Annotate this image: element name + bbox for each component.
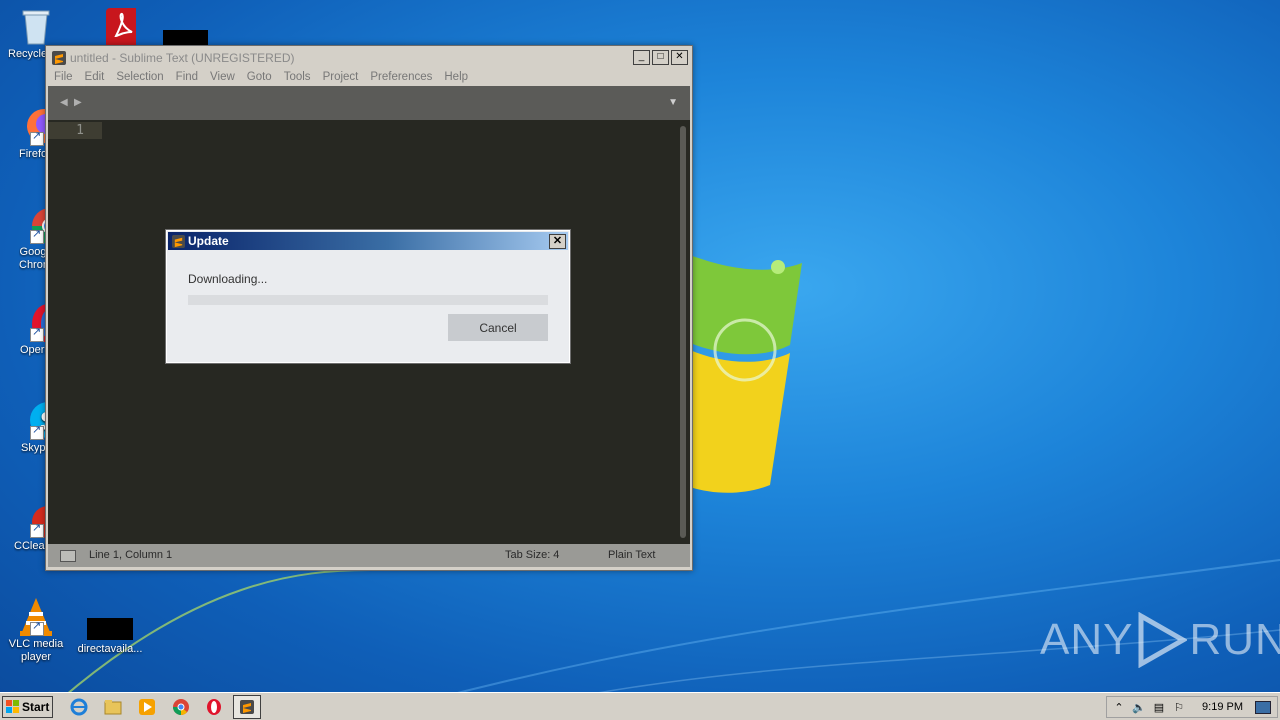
shortcut-arrow-icon: [30, 228, 44, 244]
desktop-icon-label: Opera: [20, 344, 46, 356]
play-icon: [1138, 612, 1188, 668]
menu-edit[interactable]: Edit: [79, 71, 111, 83]
sublime-app-icon: [52, 51, 66, 65]
sublime-app-icon: [240, 700, 254, 714]
menu-selection[interactable]: Selection: [110, 71, 169, 83]
desktop-icon-label: CCleaner: [14, 540, 46, 552]
internet-explorer-taskbar-icon[interactable]: [69, 697, 89, 717]
menu-bar: File Edit Selection Find View Goto Tools…: [48, 68, 690, 86]
shortcut-arrow-icon: [30, 326, 44, 342]
clock[interactable]: 9:19 PM: [1202, 701, 1243, 713]
recycle-bin-icon: [16, 6, 56, 46]
status-bar: Line 1, Column 1 Tab Size: 4 Plain Text: [48, 544, 690, 567]
dialog-message: Downloading...: [188, 272, 268, 286]
chrome-taskbar-icon[interactable]: [171, 697, 191, 717]
volume-icon[interactable]: 🔈: [1131, 701, 1147, 714]
opera-taskbar-icon[interactable]: [204, 697, 224, 717]
watermark-left-text: ANY: [1040, 615, 1134, 664]
menu-help[interactable]: Help: [438, 71, 474, 83]
desktop-icon-label: VLC media player: [8, 638, 64, 663]
desktop-icon-directavailable[interactable]: directavaila...: [74, 596, 146, 656]
dialog-close-button[interactable]: ✕: [549, 234, 566, 249]
start-label: Start: [22, 700, 50, 714]
shortcut-arrow-icon: [30, 522, 44, 538]
action-center-flag-icon[interactable]: ⚐: [1171, 701, 1187, 714]
network-icon[interactable]: ▤: [1151, 701, 1167, 714]
acrobat-icon: [92, 6, 150, 48]
line-number: 1: [48, 122, 102, 139]
vlc-cone-icon: [16, 596, 56, 636]
minimize-button[interactable]: _: [633, 50, 650, 65]
desktop-icon-label: directavaila...: [77, 643, 143, 655]
shortcut-arrow-icon: [30, 130, 44, 146]
window-title: untitled - Sublime Text (UNREGISTERED): [70, 51, 295, 65]
sublime-taskbar-button[interactable]: [233, 695, 261, 719]
download-progress-bar: [188, 295, 548, 305]
redacted-icon: [163, 30, 208, 45]
file-explorer-taskbar-icon[interactable]: [103, 697, 123, 717]
sublime-app-icon: [172, 234, 185, 248]
windows-flag-icon: [6, 700, 19, 713]
dialog-title: Update: [188, 234, 229, 248]
cancel-button[interactable]: Cancel: [448, 314, 548, 341]
panel-toggle-icon[interactable]: [60, 550, 76, 562]
taskbar: Start ⌃ 🔈 ▤ ⚐ 9:19 PM: [0, 692, 1280, 720]
system-tray: ⌃ 🔈 ▤ ⚐ 9:19 PM: [1106, 696, 1278, 718]
maximize-button[interactable]: □: [652, 50, 669, 65]
redacted-file-icon: [87, 618, 133, 640]
syntax-indicator[interactable]: Plain Text: [608, 549, 656, 561]
desktop-icon-vlc[interactable]: VLC media player: [0, 596, 72, 664]
menu-project[interactable]: Project: [317, 71, 365, 83]
tab-scroll-right-icon[interactable]: ▶: [74, 97, 82, 108]
menu-find[interactable]: Find: [170, 71, 204, 83]
media-player-taskbar-icon[interactable]: [137, 697, 157, 717]
tab-size-indicator[interactable]: Tab Size: 4: [505, 549, 559, 561]
menu-file[interactable]: File: [48, 71, 79, 83]
windows-logo-wallpaper: [690, 255, 802, 493]
menu-view[interactable]: View: [204, 71, 241, 83]
menu-tools[interactable]: Tools: [278, 71, 317, 83]
shortcut-arrow-icon: [30, 424, 44, 440]
tab-bar: ◀ ▶ ▼: [48, 86, 690, 120]
watermark-right-text: RUN: [1189, 615, 1280, 664]
show-desktop-icon[interactable]: [1255, 701, 1271, 714]
update-dialog: Update ✕ Downloading... Cancel: [165, 229, 571, 364]
desktop-icon-label: Skype: [21, 442, 47, 454]
close-button[interactable]: ✕: [671, 50, 688, 65]
cursor-position: Line 1, Column 1: [89, 549, 173, 561]
tab-dropdown-icon[interactable]: ▼: [668, 97, 678, 108]
dialog-titlebar[interactable]: Update ✕: [168, 232, 568, 250]
anyrun-watermark: ANY RUN: [1040, 612, 1280, 668]
menu-preferences[interactable]: Preferences: [364, 71, 438, 83]
window-titlebar[interactable]: untitled - Sublime Text (UNREGISTERED) _…: [48, 48, 690, 68]
desktop-icon-acrobat[interactable]: [76, 6, 150, 48]
vertical-scrollbar[interactable]: [680, 126, 686, 538]
menu-goto[interactable]: Goto: [241, 71, 278, 83]
desktop-icon-label-clipped: Goog Chron: [19, 246, 47, 271]
start-button[interactable]: Start: [2, 696, 53, 718]
show-hidden-icons-icon[interactable]: ⌃: [1111, 701, 1127, 714]
tab-scroll-left-icon[interactable]: ◀: [60, 97, 68, 108]
shortcut-arrow-icon: [30, 620, 44, 636]
